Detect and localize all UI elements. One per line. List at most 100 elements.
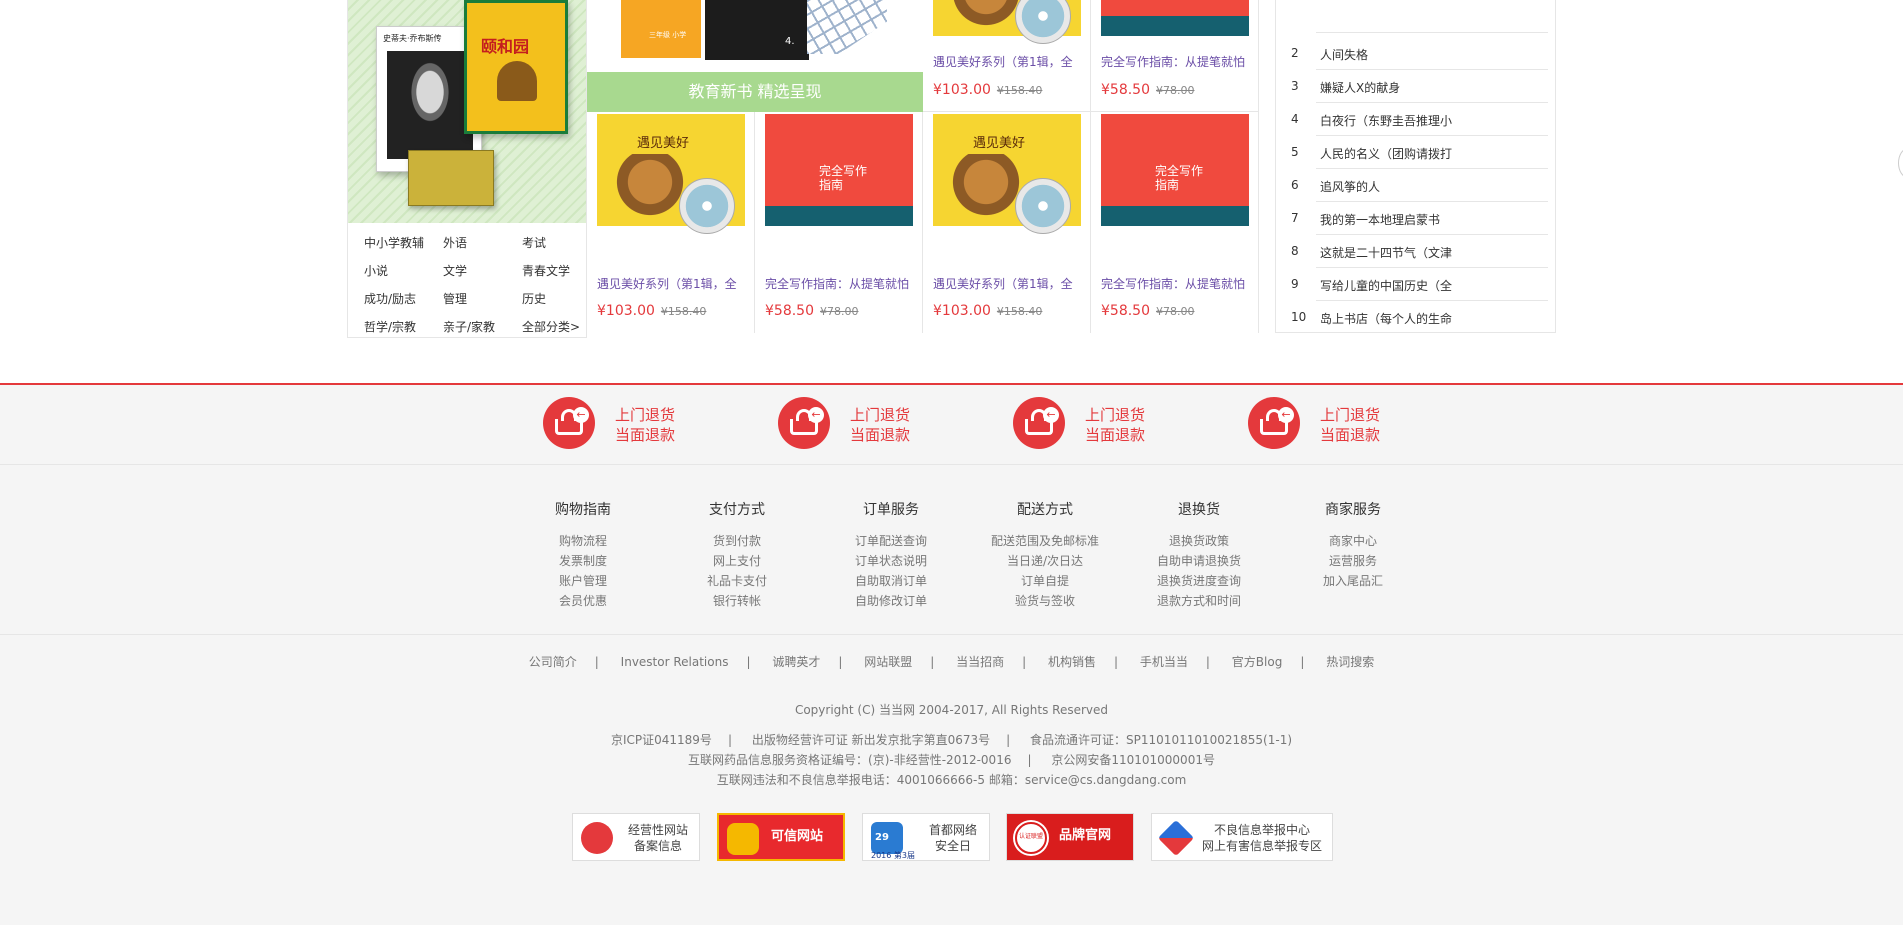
promo-strip[interactable]: 教育新书 精选呈现	[587, 72, 923, 112]
help-link[interactable]: 验货与签收	[975, 591, 1115, 611]
footer-link[interactable]: 官方Blog	[1232, 655, 1283, 669]
product-name[interactable]: 遇见美好系列（第1辑，全	[933, 53, 1083, 70]
help-link[interactable]: 自助修改订单	[821, 591, 961, 611]
product-name[interactable]: 遇见美好系列（第1辑，全	[597, 275, 747, 292]
rank-title[interactable]: 岛上书店（每个人的生命	[1320, 310, 1452, 327]
trust-badge[interactable]: 不良信息举报中心 网上有害信息举报专区	[1151, 813, 1333, 861]
original-price: ¥78.00	[1156, 305, 1195, 318]
category-link[interactable]: 成功/励志	[348, 290, 427, 307]
ranking-item[interactable]: 6 追风筝的人	[1276, 169, 1555, 202]
product-card[interactable]: 完全写作指南 完全写作指南：从提笔就怕 ¥58.50 ¥78.00	[1091, 112, 1259, 333]
product-name[interactable]: 遇见美好系列（第1辑，全	[933, 275, 1083, 292]
product-cover[interactable]: 遇见美好	[933, 114, 1081, 234]
rank-title[interactable]: 白夜行（东野圭吾推理小	[1320, 112, 1452, 129]
footer-link[interactable]: 网站联盟	[864, 655, 912, 669]
license-text[interactable]: 互联网药品信息服务资格证编号：(京)-非经营性-2012-0016	[688, 753, 1011, 767]
category-link[interactable]: 考试	[506, 234, 585, 251]
product-card[interactable]: 完全写作指南 完全写作指南：从提笔就怕 ¥58.50 ¥78.00	[755, 112, 923, 333]
license-text[interactable]: 京ICP证041189号	[611, 733, 712, 747]
trust-badge[interactable]: 认证联盟 品牌官网	[1006, 813, 1134, 861]
help-link[interactable]: 商家中心	[1283, 531, 1423, 551]
help-link[interactable]: 订单自提	[975, 571, 1115, 591]
footer-link[interactable]: Investor Relations	[621, 655, 729, 669]
help-link[interactable]: 退换货政策	[1129, 531, 1269, 551]
help-link[interactable]: 退换货进度查询	[1129, 571, 1269, 591]
help-link[interactable]: 运营服务	[1283, 551, 1423, 571]
rank-title[interactable]: 追风筝的人	[1320, 178, 1380, 195]
help-link[interactable]: 礼品卡支付	[667, 571, 807, 591]
rank-title[interactable]: 嫌疑人X的献身	[1320, 79, 1400, 96]
all-categories-link[interactable]: 全部分类>	[506, 318, 585, 335]
product-cover[interactable]: 完全写作指南	[1101, 114, 1249, 226]
category-link[interactable]: 外语	[427, 234, 506, 251]
category-link[interactable]: 青春文学	[506, 262, 585, 279]
education-promo-banner[interactable]: 三年级 小学 4. 教育新书 精选呈现	[587, 0, 923, 112]
category-banner[interactable]: 史蒂夫·乔布斯传 颐和园	[348, 0, 586, 223]
footer-link[interactable]: 公司简介	[529, 655, 577, 669]
help-link[interactable]: 当日递/次日达	[975, 551, 1115, 571]
category-link[interactable]: 文学	[427, 262, 506, 279]
category-link[interactable]: 中小学教辅	[348, 234, 427, 251]
ranking-item[interactable]: 9 写给儿童的中国历史（全	[1276, 268, 1555, 301]
category-link[interactable]: 管理	[427, 290, 506, 307]
help-link[interactable]: 银行转帐	[667, 591, 807, 611]
product-cover[interactable]: 遇见美好	[597, 114, 745, 234]
help-link[interactable]: 账户管理	[513, 571, 653, 591]
ranking-item[interactable]: 5 人民的名义（团购请拨打	[1276, 136, 1555, 169]
product-name[interactable]: 完全写作指南：从提笔就怕	[1101, 53, 1251, 70]
help-link[interactable]: 发票制度	[513, 551, 653, 571]
rank-title[interactable]: 这就是二十四节气（文津	[1320, 244, 1452, 261]
category-link[interactable]: 小说	[348, 262, 427, 279]
help-link[interactable]: 加入尾品汇	[1283, 571, 1423, 591]
product-card[interactable]: 完全写作指南：从提笔就怕 ¥58.50 ¥78.00	[1091, 0, 1259, 112]
trust-badge[interactable]: 可信网站	[717, 813, 845, 861]
help-link[interactable]: 网上支付	[667, 551, 807, 571]
trust-badge[interactable]: 29 2016 第3届 首都网络 安全日	[862, 813, 990, 861]
help-link[interactable]: 订单配送查询	[821, 531, 961, 551]
rank-title[interactable]: 我的第一本地理启蒙书	[1320, 211, 1440, 228]
help-link[interactable]: 货到付款	[667, 531, 807, 551]
product-cover[interactable]	[933, 0, 1081, 44]
footer-link[interactable]: 热词搜索	[1326, 655, 1374, 669]
service-promise[interactable]: ← 上门退货 当面退款	[778, 397, 938, 453]
category-link[interactable]: 亲子/家教	[427, 318, 506, 335]
service-promise[interactable]: ← 上门退货 当面退款	[1013, 397, 1173, 453]
help-link[interactable]: 退款方式和时间	[1129, 591, 1269, 611]
product-card[interactable]: 遇见美好 遇见美好系列（第1辑，全 ¥103.00 ¥158.40	[587, 112, 755, 333]
rank-title[interactable]: 人民的名义（团购请拨打	[1320, 145, 1452, 162]
ranking-item[interactable]: 8 这就是二十四节气（文津	[1276, 235, 1555, 268]
footer-link[interactable]: 当当招商	[956, 655, 1004, 669]
service-promise[interactable]: ← 上门退货 当面退款	[543, 397, 703, 453]
help-link[interactable]: 自助申请退换货	[1129, 551, 1269, 571]
help-link[interactable]: 自助取消订单	[821, 571, 961, 591]
category-link[interactable]: 历史	[506, 290, 585, 307]
ranking-item[interactable]: 3 嫌疑人X的献身	[1276, 70, 1555, 103]
book-cover-yiheyuan[interactable]: 颐和园	[464, 0, 568, 134]
help-link[interactable]: 购物流程	[513, 531, 653, 551]
license-text[interactable]: 京公网安备110101000001号	[1051, 753, 1215, 767]
footer-link[interactable]: 机构销售	[1048, 655, 1096, 669]
footer-link[interactable]: 诚聘英才	[772, 655, 820, 669]
ranking-item[interactable]: 7 我的第一本地理启蒙书	[1276, 202, 1555, 235]
trust-badge[interactable]: 经营性网站 备案信息	[572, 813, 700, 861]
help-link[interactable]: 会员优惠	[513, 591, 653, 611]
help-link[interactable]: 订单状态说明	[821, 551, 961, 571]
product-name[interactable]: 完全写作指南：从提笔就怕	[1101, 275, 1251, 292]
ranking-item[interactable]: 2 人间失格	[1276, 37, 1555, 70]
category-link[interactable]: 哲学/宗教	[348, 318, 427, 335]
product-name[interactable]: 完全写作指南：从提笔就怕	[765, 275, 915, 292]
rank-title[interactable]: 人间失格	[1320, 46, 1368, 63]
license-text[interactable]: 出版物经营许可证 新出发京批字第直0673号	[752, 733, 990, 747]
help-link[interactable]: 配送范围及免邮标准	[975, 531, 1115, 551]
rank-title[interactable]: 写给儿童的中国历史（全	[1320, 277, 1452, 294]
product-cover[interactable]	[1101, 0, 1249, 36]
floating-scroll-control[interactable]	[1898, 148, 1903, 178]
footer-link[interactable]: 手机当当	[1140, 655, 1188, 669]
product-cover[interactable]: 完全写作指南	[765, 114, 913, 226]
ranking-item[interactable]: 10 岛上书店（每个人的生命	[1276, 301, 1555, 334]
license-text[interactable]: 食品流通许可证：SP1101011010021855(1-1)	[1030, 733, 1292, 747]
product-card[interactable]: 遇见美好 遇见美好系列（第1辑，全 ¥103.00 ¥158.40	[923, 112, 1091, 333]
ranking-item[interactable]: 4 白夜行（东野圭吾推理小	[1276, 103, 1555, 136]
product-card[interactable]: 遇见美好系列（第1辑，全 ¥103.00 ¥158.40	[923, 0, 1091, 112]
service-promise[interactable]: ← 上门退货 当面退款	[1248, 397, 1408, 453]
